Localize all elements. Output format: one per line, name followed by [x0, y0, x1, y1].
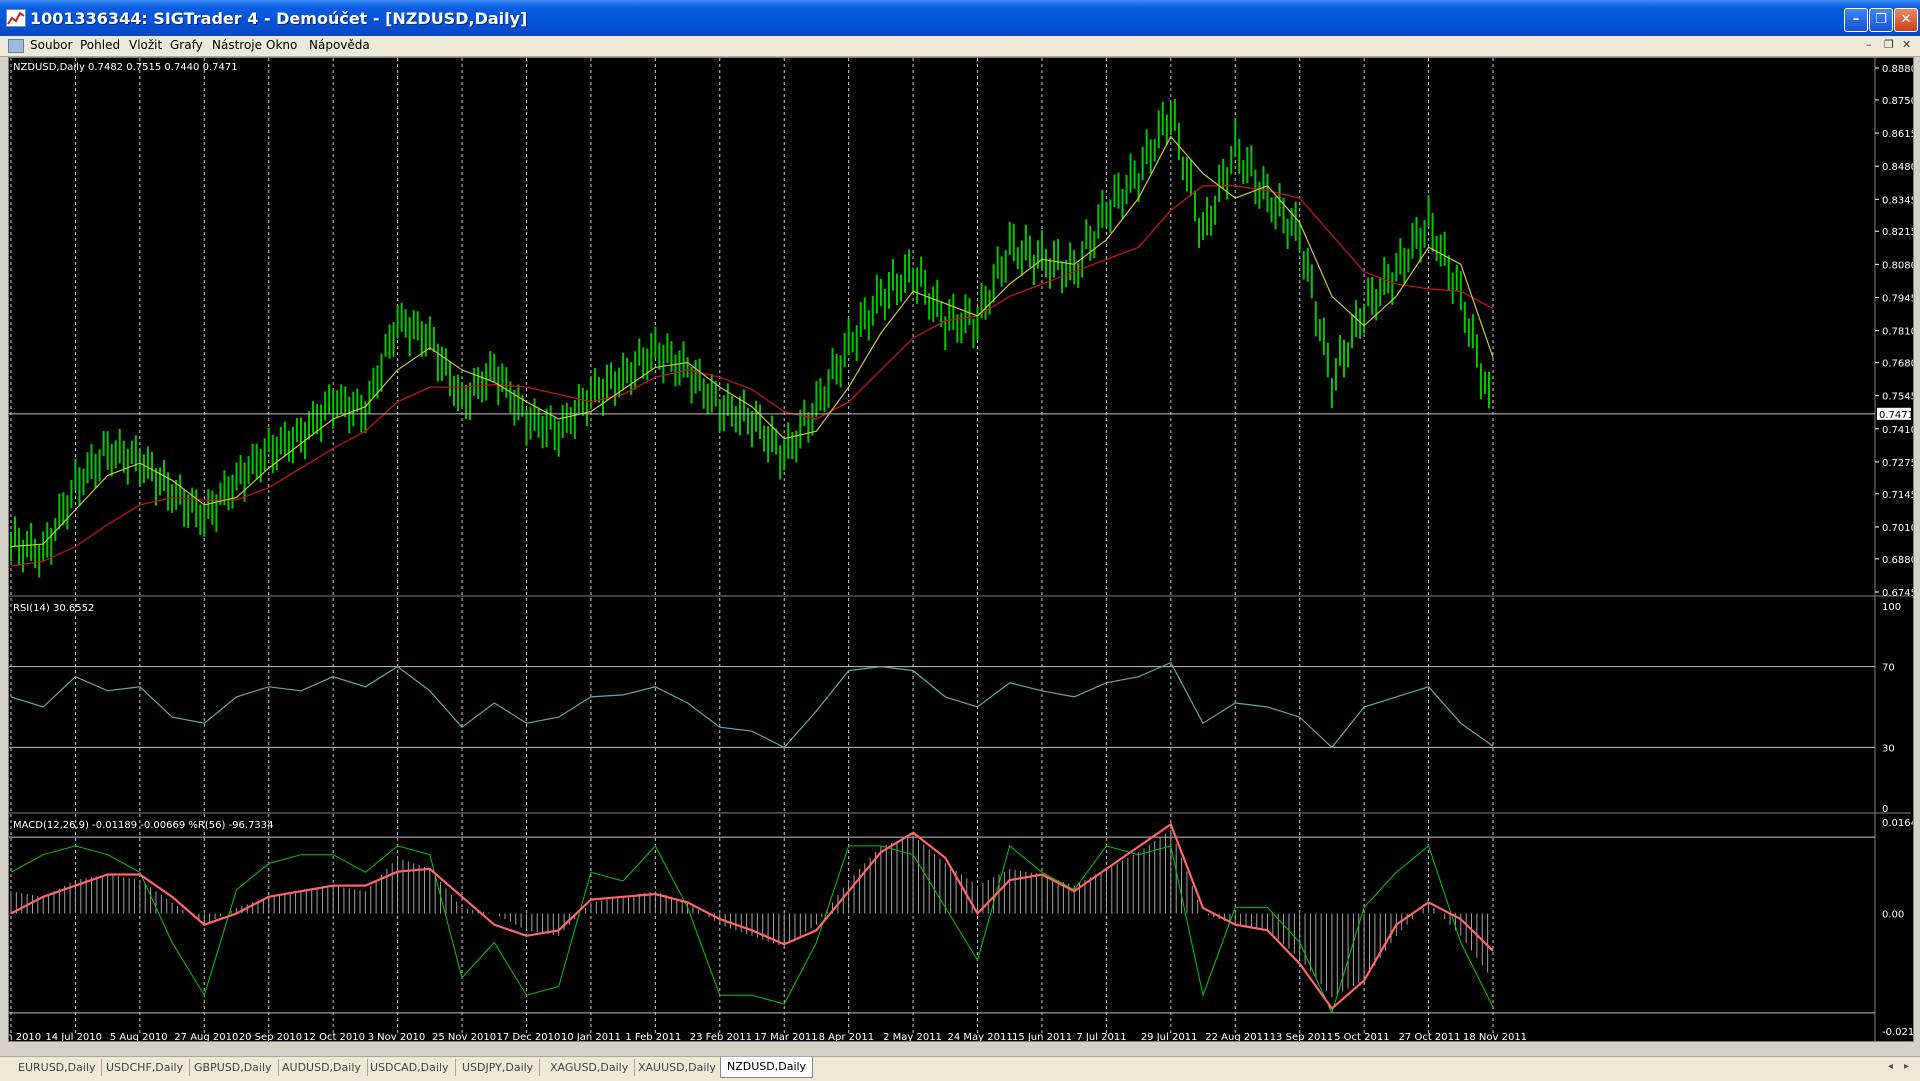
macd-tick-label: 0.01641: [1882, 818, 1913, 829]
rsi-tick-label: 100: [1882, 602, 1901, 613]
chart-tab-xagusd-daily[interactable]: XAGUSD,Daily: [544, 1059, 636, 1076]
date-tick-label: 10 Jan 2011: [561, 1032, 621, 1041]
price-tick-label: 0.6745: [1882, 588, 1913, 599]
price-tick-label: 0.8880: [1882, 64, 1913, 75]
date-tick-label: 25 Nov 2010: [432, 1032, 496, 1041]
menu-okno[interactable]: Okno: [266, 38, 297, 52]
chart-tabs-bar: EURUSD,Daily USDCHF,Daily GBPUSD,Daily AUDU…: [0, 1056, 1920, 1081]
date-tick-label: 5 Aug 2010: [110, 1032, 168, 1041]
date-tick-label: 8 Apr 2011: [819, 1032, 874, 1041]
macd-tick-label: 0.00: [1882, 910, 1904, 921]
date-tick-label: 14 Jul 2010: [45, 1032, 102, 1041]
price-tick-label: 0.7275: [1882, 458, 1913, 469]
app-icon: [6, 9, 26, 27]
rsi-tick-label: 30: [1882, 743, 1895, 754]
date-tick-label: 27 Aug 2010: [174, 1032, 238, 1041]
mdi-minimize-icon[interactable]: –: [1866, 38, 1872, 51]
chart-tab-gbpusd-daily[interactable]: GBPUSD,Daily: [188, 1059, 279, 1076]
date-tick-label: 12 Oct 2010: [303, 1032, 365, 1041]
tab-scroll-left-icon[interactable]: ◂: [1888, 1061, 1893, 1072]
macd-info-label: MACD(12,26,9) -0.01189 -0.00669 %R(56) -…: [13, 820, 274, 831]
date-tick-label: 18 Nov 2011: [1463, 1032, 1527, 1041]
price-tick-label: 0.8345: [1882, 195, 1913, 206]
date-tick-label: 13 Sep 2011: [1270, 1032, 1333, 1041]
price-tick-label: 0.7810: [1882, 327, 1913, 338]
price-tick-label: 0.8750: [1882, 96, 1913, 107]
price-tick-label: 0.7410: [1882, 425, 1913, 436]
chart-window[interactable]: 22 Jun 2010 14 Jul 2010 5 Aug 2010 27 Aug 2…: [8, 57, 1914, 1042]
chart-tab-eurusd-daily[interactable]: EURUSD,Daily: [12, 1059, 103, 1076]
chart-app-icon: [7, 11, 25, 25]
symbol-info-label: NZDUSD,Daily 0.7482 0.7515 0.7440 0.7471: [13, 62, 238, 73]
price-tick-label: 0.7145: [1882, 490, 1913, 501]
price-tick-label: 0.8215: [1882, 227, 1913, 238]
chart-tab-nzdusd-daily[interactable]: NZDUSD,Daily: [720, 1057, 814, 1078]
rsi-tick-label: 70: [1882, 663, 1895, 674]
minimize-button[interactable]: –: [1844, 8, 1868, 32]
date-tick-label: 23 Feb 2011: [690, 1032, 752, 1041]
price-tick-label: 0.8480: [1882, 162, 1913, 173]
price-tick-label: 0.8615: [1882, 129, 1913, 140]
tab-scroll-right-icon[interactable]: ▸: [1904, 1061, 1909, 1072]
price-tick-label: 0.8080: [1882, 260, 1913, 271]
date-tick-label: 20 Sep 2010: [239, 1032, 302, 1041]
date-tick-label: 22 Aug 2011: [1205, 1032, 1269, 1041]
menu-napoveda[interactable]: Nápověda: [309, 38, 370, 52]
date-tick-label: 29 Jul 2011: [1141, 1032, 1198, 1041]
mdi-close-icon[interactable]: ✕: [1902, 38, 1911, 51]
menu-vlozit[interactable]: Vložit: [129, 38, 162, 52]
rsi-info-label: RSI(14) 30.6552: [13, 603, 94, 614]
price-chart[interactable]: 22 Jun 2010 14 Jul 2010 5 Aug 2010 27 Aug 2…: [9, 58, 1913, 1041]
price-tick-label: 0.7545: [1882, 392, 1913, 403]
rsi-tick-label: 0: [1882, 804, 1888, 815]
close-icon: ✕: [1900, 12, 1912, 27]
date-tick-label: 17 Mar 2011: [754, 1032, 817, 1041]
chart-tab-usdjpy-daily[interactable]: USDJPY,Daily: [456, 1059, 541, 1076]
window-title: 1001336344: SIGTrader 4 - Demoúčet - [NZ…: [30, 9, 528, 28]
date-tick-label: 1 Feb 2011: [625, 1032, 681, 1041]
window-titlebar[interactable]: 1001336344: SIGTrader 4 - Demoúčet - [NZ…: [0, 0, 1920, 36]
date-tick-label: 15 Jun 2011: [1012, 1032, 1072, 1041]
menu-grafy[interactable]: Grafy: [170, 38, 203, 52]
date-tick-label: 2 May 2011: [883, 1032, 942, 1041]
restore-icon: ❐: [1875, 12, 1887, 27]
date-tick-label: 24 May 2011: [948, 1032, 1013, 1041]
price-tick-label: 0.7945: [1882, 293, 1913, 304]
maximize-button[interactable]: ❐: [1869, 8, 1893, 32]
menu-soubor[interactable]: Soubor: [30, 38, 72, 52]
chart-tab-xauusd-daily[interactable]: XAUUSD,Daily: [632, 1059, 723, 1076]
date-tick-label: 5 Oct 2011: [1334, 1032, 1389, 1041]
chart-tab-audusd-daily[interactable]: AUDUSD,Daily: [276, 1059, 368, 1076]
menu-bar: Soubor Pohled Vložit Grafy Nástroje Okno…: [0, 36, 1920, 57]
menu-pohled[interactable]: Pohled: [80, 38, 120, 52]
price-tick-label: 0.6880: [1882, 555, 1913, 566]
date-tick-label: 3 Nov 2010: [368, 1032, 426, 1041]
chart-tab-usdcad-daily[interactable]: USDCAD,Daily: [364, 1059, 456, 1076]
date-tick-label: 17 Dec 2010: [496, 1032, 560, 1041]
price-tick-label: 0.7680: [1882, 359, 1913, 370]
rsi-line: [10, 661, 1494, 749]
chart-tab-usdchf-daily[interactable]: USDCHF,Daily: [100, 1059, 191, 1076]
close-button[interactable]: ✕: [1894, 8, 1918, 32]
menu-nastroje[interactable]: Nástroje: [212, 38, 262, 52]
date-tick-label: 7 Jul 2011: [1076, 1032, 1126, 1041]
current-price-label: 0.7471: [1879, 410, 1913, 421]
price-tick-label: 0.7010: [1882, 523, 1913, 534]
document-icon[interactable]: [8, 39, 24, 53]
date-tick-label: 22 Jun 2010: [9, 1032, 41, 1041]
slow-moving-average-line: [10, 185, 1494, 567]
minimize-icon: –: [1852, 12, 1860, 27]
macd-tick-label: -0.02106: [1882, 1027, 1913, 1038]
date-tick-label: 27 Oct 2011: [1399, 1032, 1461, 1041]
mdi-restore-icon[interactable]: ❐: [1884, 38, 1894, 51]
